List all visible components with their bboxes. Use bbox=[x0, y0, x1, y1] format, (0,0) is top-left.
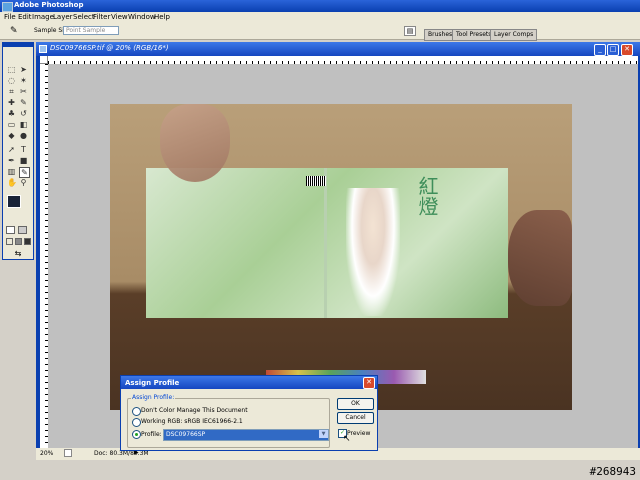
palette-well-icon[interactable]: ▤ bbox=[404, 26, 416, 36]
chevron-down-icon[interactable]: ▼ bbox=[319, 430, 328, 438]
hand-tool-icon[interactable]: ✋ bbox=[7, 178, 17, 187]
close-button[interactable]: ✕ bbox=[621, 44, 633, 56]
clone-stamp-tool-icon[interactable]: ♣ bbox=[7, 109, 16, 118]
right-hand-image bbox=[508, 210, 572, 306]
tab-layer-comps[interactable]: Layer Comps bbox=[490, 29, 538, 41]
left-hand-image bbox=[160, 104, 230, 182]
notes-tool-icon[interactable]: ▥ bbox=[7, 167, 16, 176]
blur-tool-icon[interactable]: ◆ bbox=[7, 131, 16, 140]
menu-filter[interactable]: Filter bbox=[93, 13, 110, 21]
slice-tool-icon[interactable]: ✂ bbox=[19, 87, 28, 96]
document-icon bbox=[39, 45, 47, 53]
document-title: DSC09766SP.tif @ 20% (RGB/16*) bbox=[50, 44, 169, 52]
app-title-bar: Adobe Photoshop bbox=[0, 0, 640, 12]
tab-tool-presets[interactable]: Tool Presets bbox=[452, 29, 496, 41]
dialog-title-bar: Assign Profile ✕ bbox=[121, 376, 377, 389]
assign-profile-group-label: Assign Profile: bbox=[131, 394, 176, 401]
assign-profile-dialog: Assign Profile ✕ Assign Profile: Don't C… bbox=[120, 375, 378, 451]
barcode-image bbox=[306, 176, 326, 186]
option-dont-color-manage-label: Don't Color Manage This Document bbox=[141, 407, 248, 414]
gradient-tool-icon[interactable]: ◧ bbox=[19, 120, 28, 129]
radio-dont-color-manage[interactable] bbox=[132, 407, 141, 416]
dialog-title: Assign Profile bbox=[125, 379, 180, 387]
lasso-tool-icon[interactable]: ◌ bbox=[7, 76, 16, 85]
menu-view[interactable]: View bbox=[111, 13, 128, 21]
minimize-button[interactable]: _ bbox=[594, 44, 606, 56]
character-illustration bbox=[346, 188, 400, 316]
radio-profile[interactable] bbox=[132, 430, 141, 439]
quick-mask-mode-icon[interactable] bbox=[18, 226, 27, 234]
zoom-level[interactable]: 20% bbox=[40, 450, 53, 457]
standard-mode-icon[interactable] bbox=[6, 226, 15, 234]
dodge-tool-icon[interactable]: ● bbox=[19, 131, 28, 140]
toolbox: ⬚ ➤ ◌ ✶ ⌗ ✂ ✚ ✎ ♣ ↺ ▭ ◧ ◆ ● ➚ T ✒ ■ ▥ ✎ … bbox=[2, 42, 34, 260]
menu-bar: File Edit Image Layer Select Filter View… bbox=[0, 12, 640, 22]
menu-select[interactable]: Select bbox=[73, 13, 95, 21]
eyedropper-tool-icon[interactable]: ✎ bbox=[10, 26, 18, 36]
zoom-tool-icon[interactable]: ⚲ bbox=[19, 178, 28, 187]
radio-working-rgb[interactable] bbox=[132, 418, 141, 427]
crop-tool-icon[interactable]: ⌗ bbox=[7, 87, 16, 96]
ok-button[interactable]: OK bbox=[337, 398, 374, 410]
menu-file[interactable]: File bbox=[4, 13, 16, 21]
menu-image[interactable]: Image bbox=[32, 13, 54, 21]
menu-window[interactable]: Window bbox=[128, 13, 156, 21]
marquee-tool-icon[interactable]: ⬚ bbox=[7, 65, 16, 74]
cover-title-art: 紅燈 bbox=[415, 176, 439, 216]
document-title-bar: DSC09766SP.tif @ 20% (RGB/16*) _ □ ✕ bbox=[36, 42, 640, 56]
eraser-tool-icon[interactable]: ▭ bbox=[7, 120, 16, 129]
cancel-button[interactable]: Cancel bbox=[337, 412, 374, 424]
maximize-button[interactable]: □ bbox=[607, 44, 619, 56]
type-tool-icon[interactable]: T bbox=[19, 145, 28, 154]
healing-brush-tool-icon[interactable]: ✚ bbox=[7, 98, 16, 107]
profile-select[interactable]: DSC09766SP ▼ bbox=[163, 429, 329, 441]
options-bar: ✎ Sample Size: Point Sample ▤ Brushes To… bbox=[0, 22, 640, 41]
screen-mode-full-menu-icon[interactable] bbox=[15, 238, 22, 245]
path-selection-tool-icon[interactable]: ➚ bbox=[7, 145, 16, 154]
option-working-rgb-label: Working RGB: sRGB IEC61966-2.1 bbox=[141, 418, 243, 425]
watermark-id: #268943 bbox=[589, 465, 636, 478]
book-spine bbox=[324, 168, 327, 318]
app-title: Adobe Photoshop bbox=[14, 1, 84, 9]
status-icon bbox=[64, 449, 72, 457]
mouse-cursor-icon: ↖ bbox=[343, 434, 351, 444]
book-cover-image: 紅燈 bbox=[146, 168, 508, 318]
menu-edit[interactable]: Edit bbox=[18, 13, 32, 21]
menu-help[interactable]: Help bbox=[154, 13, 170, 21]
foreground-color-swatch[interactable] bbox=[7, 195, 21, 208]
screen-mode-standard-icon[interactable] bbox=[6, 238, 13, 245]
magic-wand-tool-icon[interactable]: ✶ bbox=[19, 76, 28, 85]
move-tool-icon[interactable]: ➤ bbox=[19, 65, 28, 74]
brush-tool-icon[interactable]: ✎ bbox=[19, 98, 28, 107]
profile-select-value: DSC09766SP bbox=[166, 431, 206, 438]
photo-image: 紅燈 bbox=[110, 104, 572, 410]
screen-mode-full-icon[interactable] bbox=[24, 238, 31, 245]
eyedropper-tool-icon[interactable]: ✎ bbox=[19, 167, 30, 178]
menu-layer[interactable]: Layer bbox=[53, 13, 73, 21]
dialog-close-button[interactable]: ✕ bbox=[363, 377, 375, 389]
pen-tool-icon[interactable]: ✒ bbox=[7, 156, 16, 165]
photoshop-logo-icon bbox=[2, 2, 13, 12]
ruler-origin[interactable] bbox=[40, 56, 48, 64]
shape-tool-icon[interactable]: ■ bbox=[19, 156, 28, 165]
history-brush-tool-icon[interactable]: ↺ bbox=[19, 109, 28, 118]
imageready-icon[interactable]: ⇆ bbox=[9, 249, 27, 258]
option-profile-label: Profile: bbox=[141, 431, 162, 438]
sample-size-select[interactable]: Point Sample bbox=[63, 26, 119, 35]
